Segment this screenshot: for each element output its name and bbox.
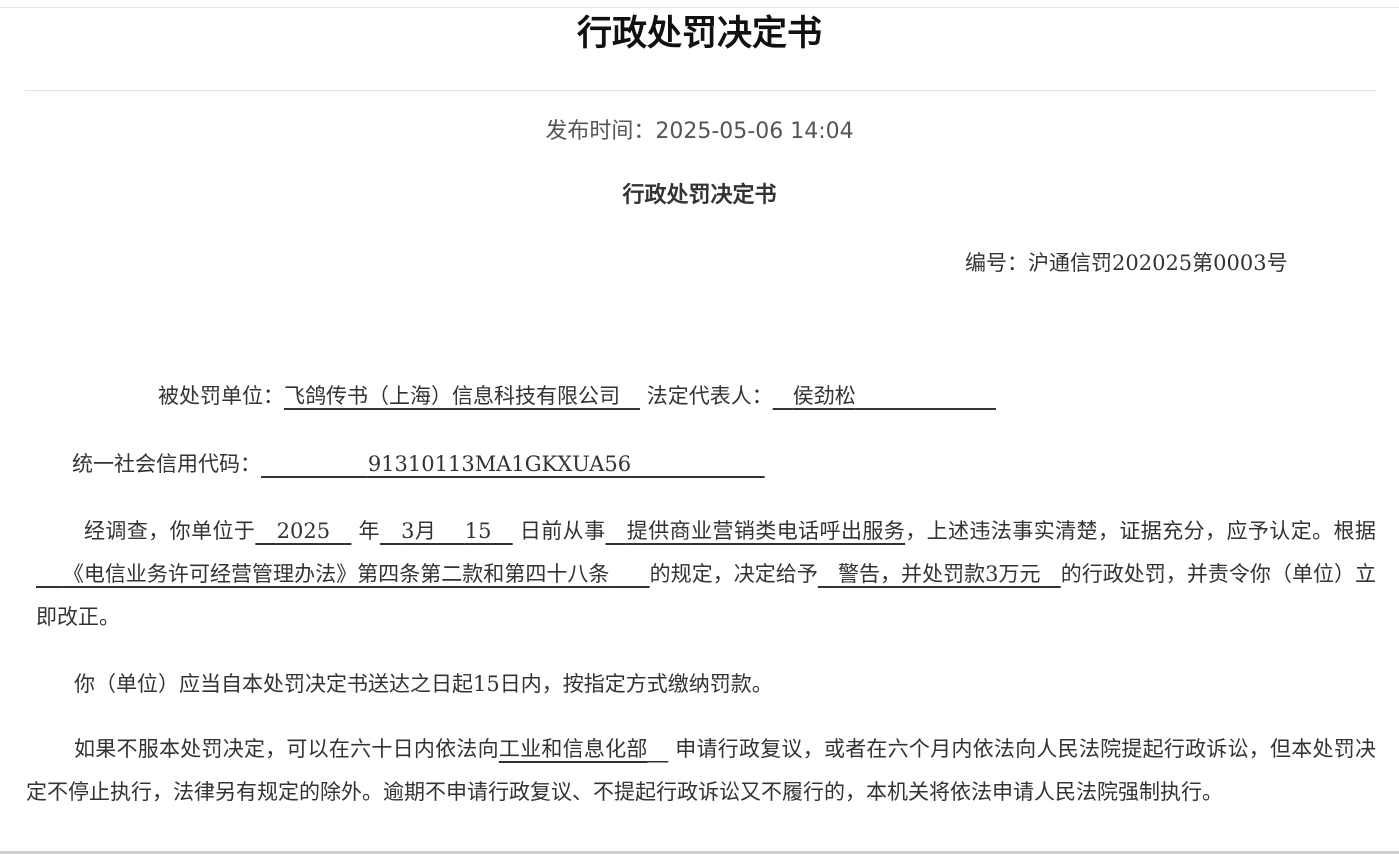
publish-time-value: 2025-05-06 14:04 xyxy=(655,119,854,144)
document-number-value: 沪通信罚202025第0003号 xyxy=(1028,251,1288,275)
legal-rep-value: 侯劲松 xyxy=(792,384,856,408)
title-divider xyxy=(25,90,1376,91)
investigation-month: 3月 xyxy=(401,519,437,543)
violation-activity: 提供商业营销类电话呼出服务 xyxy=(626,519,906,543)
penalized-unit-value: 飞鸽传书（上海）信息科技有限公司 xyxy=(284,384,620,408)
payment-paragraph: 你（单位）应当自本处罚决定书送达之日起15日内，按指定方式缴纳罚款。 xyxy=(74,672,773,696)
investigation-day: 15 xyxy=(464,519,492,543)
penalized-unit-line: 被处罚单位：飞鸽传书（上海）信息科技有限公司 法定代表人： 侯劲松 xyxy=(158,381,996,411)
credit-code-value: 91310113MA1GKXUA56 xyxy=(367,452,632,476)
appeal-paragraph: 如果不服本处罚决定，可以在六十日内依法向工业和信息化部 申请行政复议，或者在六个… xyxy=(26,737,1377,804)
penalized-unit-label: 被处罚单位： xyxy=(158,384,284,408)
publish-time-label: 发布时间： xyxy=(545,119,656,144)
legal-rep-label: 法定代表人： xyxy=(646,384,773,408)
investigation-year: 2025 xyxy=(276,519,331,543)
document-number-label: 编号： xyxy=(965,251,1028,275)
legal-basis: 《电信业务许可经营管理办法》第四条第二款和第四十八条 xyxy=(62,562,610,586)
credit-code-label: 统一社会信用代码： xyxy=(72,452,261,476)
credit-code-line: 统一社会信用代码： 91310113MA1GKXUA56 xyxy=(72,449,765,479)
top-border xyxy=(0,7,1399,8)
publish-time: 发布时间：2025-05-06 14:04 xyxy=(0,117,1399,147)
document-title: 行政处罚决定书 xyxy=(622,182,777,208)
document-number: 编号：沪通信罚202025第0003号 xyxy=(965,248,1288,278)
page-title: 行政处罚决定书 xyxy=(576,14,822,54)
investigation-paragraph: 经调查，你单位于 2025 年 3月 15 日前从事 提供商业营销类电话呼出服务… xyxy=(36,519,1377,629)
penalty-content: 警告，并处罚款3万元 xyxy=(837,562,1041,586)
review-authority: 工业和信息化部 xyxy=(498,737,648,761)
